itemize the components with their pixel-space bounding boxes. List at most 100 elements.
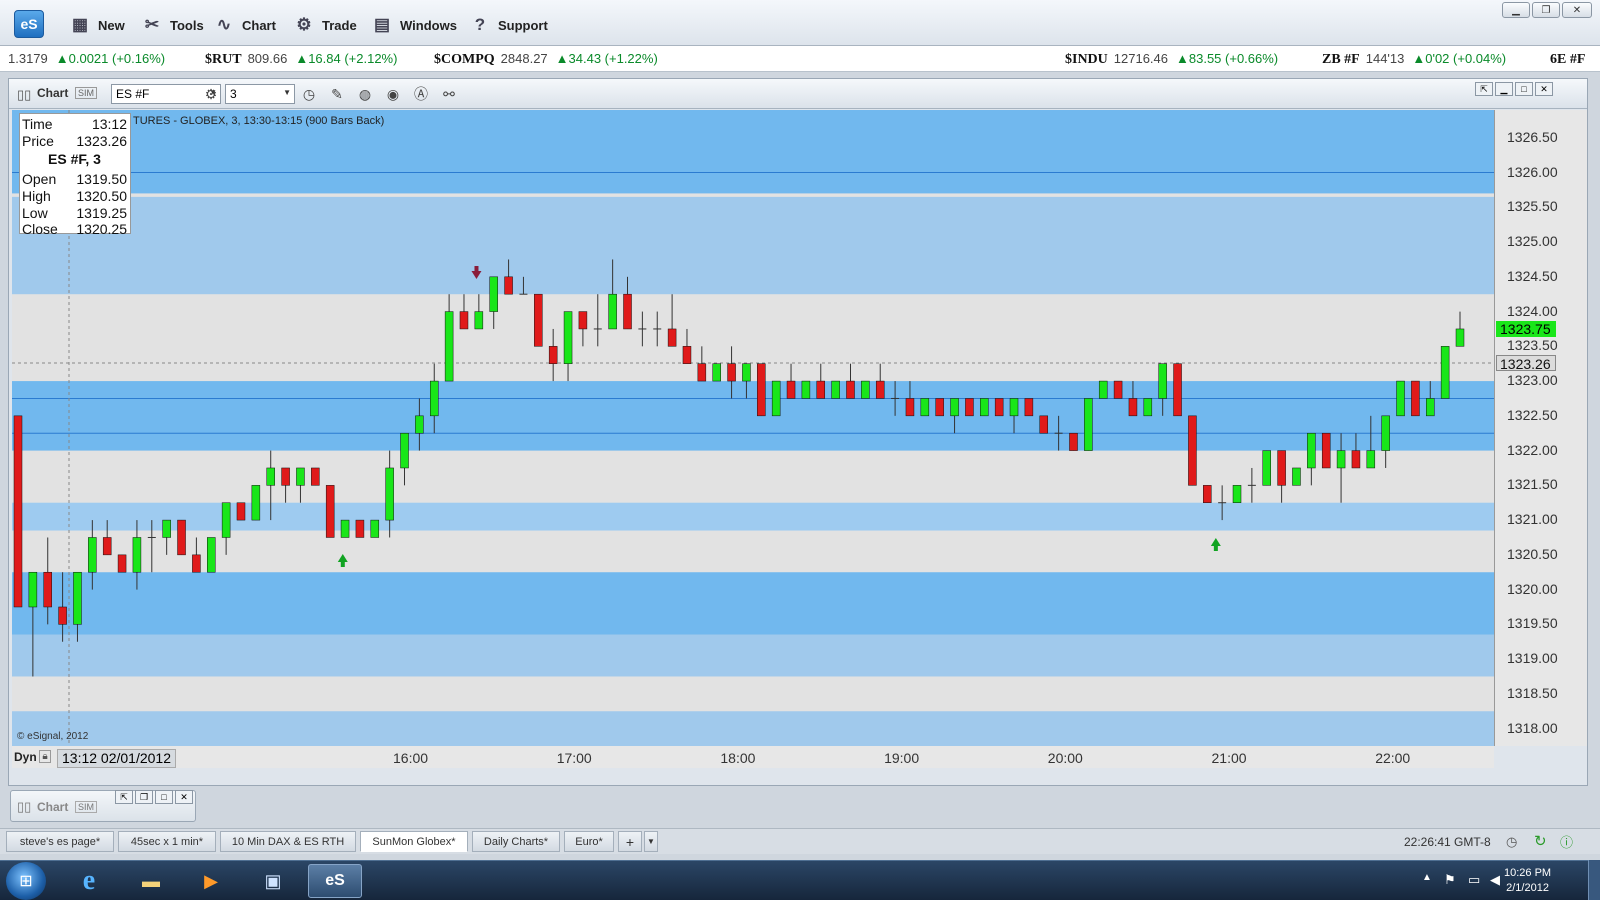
chart-minimize-button[interactable]: ▁ bbox=[1495, 82, 1513, 96]
info-high-row: High 1320.50 bbox=[22, 188, 127, 204]
menu-windows[interactable]: ▤ Windows bbox=[370, 12, 457, 38]
menu-trade[interactable]: ⚙ Trade bbox=[292, 12, 357, 38]
tray-expand-icon[interactable]: ▲ bbox=[1422, 872, 1432, 883]
minimized-chart-window[interactable]: ▯▯ Chart SIM ⇱ ❐ □ ✕ bbox=[10, 790, 196, 822]
ticker-price: 12716.46 bbox=[1113, 51, 1169, 66]
flag-icon[interactable]: ⚑ bbox=[1444, 872, 1456, 888]
tab-45sec[interactable]: 45sec x 1 min* bbox=[118, 831, 216, 852]
esignal-logo[interactable]: eS bbox=[14, 10, 44, 38]
menu-bar: eS ▦ New ✂ Tools ∿ Chart ⚙ Trade ▤ Windo… bbox=[0, 0, 1600, 46]
tab-steves-es-page[interactable]: steve's es page* bbox=[6, 831, 114, 852]
ticker-change: ▲34.43 (+1.22%) bbox=[555, 51, 658, 66]
minimize-app-button[interactable]: ▁ bbox=[1502, 2, 1530, 18]
info-close-row: Close 1320.25 bbox=[22, 221, 127, 237]
chart-toolbar: ▯▯ Chart SIM ES #F ▼ ⚙ 3 ▼ ◷ ✎ ◍ ◉ Ⓐ ⚯ ⇱… bbox=[9, 79, 1587, 109]
computer-icon[interactable]: ▣ bbox=[246, 864, 300, 898]
ticker-item[interactable]: $INDU 12716.46 ▲83.55 (+0.66%) bbox=[1065, 51, 1278, 68]
candle-up bbox=[1455, 328, 1465, 347]
time-tick-label: 19:00 bbox=[884, 750, 920, 766]
interval-select[interactable]: 3 ▼ bbox=[225, 84, 295, 104]
dyn-label[interactable]: Dyn bbox=[14, 750, 37, 764]
price-tick-label: 1320.50 bbox=[1507, 545, 1558, 562]
ticker-item[interactable]: 6E #F bbox=[1550, 51, 1585, 68]
pencil-icon[interactable]: ✎ bbox=[327, 84, 347, 104]
time-axis[interactable]: 16:00 17:00 18:00 19:00 20:00 21:00 22:00 bbox=[12, 746, 1494, 768]
price-axis[interactable]: 1326.50 1326.00 1325.50 1325.00 1324.50 1324.… bbox=[1494, 110, 1587, 746]
chart-plot-area[interactable] bbox=[12, 110, 1494, 746]
ticker-item[interactable]: ZB #F 144'13 ▲0'02 (+0.04%) bbox=[1322, 51, 1506, 68]
time-tick-label: 18:00 bbox=[720, 750, 756, 766]
candle-down bbox=[504, 276, 513, 295]
mini-restore-button[interactable]: ❐ bbox=[135, 790, 153, 804]
candle-up bbox=[132, 537, 142, 573]
tab-euro[interactable]: Euro* bbox=[564, 831, 614, 852]
clock-icon[interactable]: ◷ bbox=[299, 84, 319, 104]
time-tick-label: 17:00 bbox=[556, 750, 592, 766]
chart-close-button[interactable]: ✕ bbox=[1535, 82, 1553, 96]
candle-up bbox=[207, 537, 216, 573]
close-app-button[interactable]: ✕ bbox=[1562, 2, 1592, 18]
candle-down bbox=[623, 293, 632, 330]
tab-sunmon-globex[interactable]: SunMon Globex* bbox=[360, 831, 468, 852]
tab-daily-charts[interactable]: Daily Charts* bbox=[472, 831, 560, 852]
system-clock[interactable]: 10:26 PM 2/1/2012 bbox=[1504, 866, 1551, 896]
info-high-label: High bbox=[22, 188, 51, 204]
price-band bbox=[12, 196, 1494, 295]
symbol-settings-icon[interactable]: ⚙ bbox=[201, 84, 221, 104]
candle-down bbox=[192, 554, 201, 573]
candlestick-chart[interactable] bbox=[12, 110, 1494, 746]
refresh-icon[interactable]: ↻ bbox=[1534, 832, 1547, 850]
menu-chart[interactable]: ∿ Chart bbox=[212, 12, 276, 38]
candle-up bbox=[920, 398, 930, 417]
link-icon[interactable]: ⚯ bbox=[439, 84, 459, 104]
network-icon[interactable]: ▭ bbox=[1468, 872, 1480, 888]
chart-maximize-button[interactable]: □ bbox=[1515, 82, 1533, 96]
candle-down bbox=[1113, 380, 1123, 399]
candle-up bbox=[266, 467, 275, 486]
menu-trade-label: Trade bbox=[322, 17, 357, 33]
mini-close-button[interactable]: ✕ bbox=[175, 790, 193, 804]
show-desktop-button[interactable] bbox=[1588, 860, 1600, 900]
candle-down bbox=[355, 519, 365, 538]
system-date: 2/1/2012 bbox=[1506, 882, 1549, 894]
menu-new[interactable]: ▦ New bbox=[68, 12, 125, 38]
tab-10min-dax[interactable]: 10 Min DAX & ES RTH bbox=[220, 831, 356, 852]
ticker-item[interactable]: 1.3179 ▲0.0021 (+0.16%) bbox=[8, 51, 165, 68]
lock-icon[interactable]: 🔒︎ bbox=[39, 750, 51, 763]
candle-down bbox=[1277, 450, 1286, 486]
mini-float-button[interactable]: ⇱ bbox=[115, 790, 133, 804]
info-close-label: Close bbox=[22, 221, 58, 237]
candle-up bbox=[444, 311, 454, 382]
mini-chart-title: Chart bbox=[37, 800, 69, 814]
price-tick-label: 1318.00 bbox=[1507, 719, 1558, 736]
media-player-icon[interactable]: ▶ bbox=[184, 864, 238, 898]
add-tab-button[interactable]: + bbox=[618, 831, 642, 852]
clock-icon[interactable]: ◷ bbox=[1506, 834, 1517, 850]
restore-app-button[interactable]: ❐ bbox=[1532, 2, 1560, 18]
ticker-item[interactable]: $RUT 809.66 ▲16.84 (+2.12%) bbox=[205, 51, 397, 68]
ticker-item[interactable]: $COMPQ 2848.27 ▲34.43 (+1.22%) bbox=[434, 51, 658, 68]
esignal-task-icon[interactable]: eS bbox=[308, 864, 362, 898]
help-icon[interactable]: ⓘ bbox=[1560, 832, 1573, 851]
mini-maximize-button[interactable]: □ bbox=[155, 790, 173, 804]
menu-tools[interactable]: ✂ Tools bbox=[140, 12, 204, 38]
ie-icon[interactable]: e bbox=[62, 864, 116, 898]
annotation-icon[interactable]: Ⓐ bbox=[411, 84, 431, 104]
candle-down bbox=[1024, 398, 1034, 417]
ticker-price: 2848.27 bbox=[500, 51, 548, 66]
candle-up bbox=[831, 380, 840, 399]
play-icon[interactable]: ◉ bbox=[383, 84, 403, 104]
cursor-price-label: 1323.26 bbox=[1496, 355, 1556, 372]
tab-list-dropdown[interactable]: ▼ bbox=[644, 831, 658, 852]
chart-float-button[interactable]: ⇱ bbox=[1475, 82, 1493, 96]
candle-down bbox=[1411, 380, 1420, 417]
info-symbol-row: ES #F, 3 bbox=[22, 151, 127, 167]
start-button[interactable]: ⊞ bbox=[6, 862, 46, 900]
info-price-row: Price 1323.26 bbox=[22, 133, 127, 149]
price-tick-label: 1324.00 bbox=[1507, 302, 1558, 319]
volume-icon[interactable]: ◀ bbox=[1490, 872, 1500, 888]
study-icon[interactable]: ◍ bbox=[355, 84, 375, 104]
windows-taskbar bbox=[0, 860, 1600, 900]
folder-icon[interactable]: ▬ bbox=[124, 864, 178, 898]
menu-support[interactable]: ? Support bbox=[468, 12, 548, 38]
